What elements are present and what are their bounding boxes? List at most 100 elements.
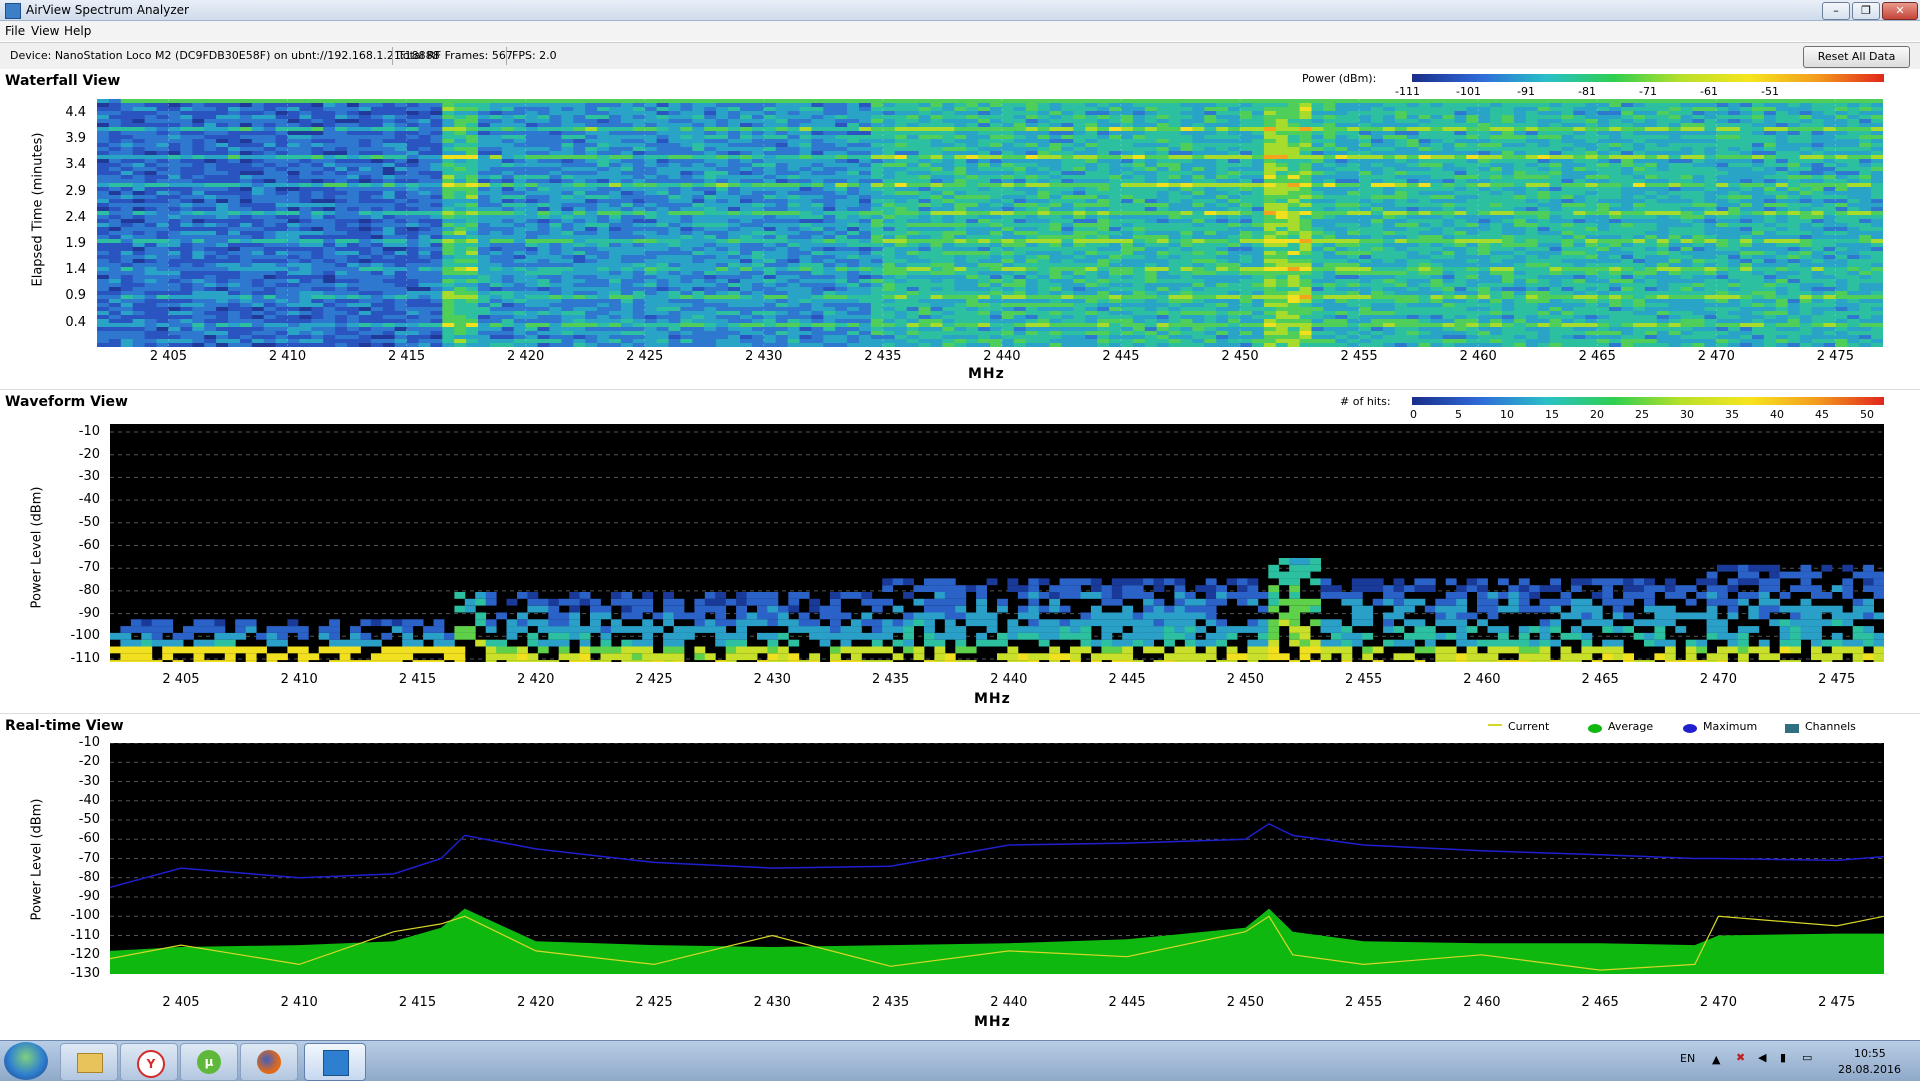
heatmap-cell — [252, 207, 264, 211]
heatmap-cell — [609, 203, 622, 207]
heatmap-cell — [1157, 127, 1170, 131]
heatmap-cell — [823, 151, 836, 155]
heatmap-cell — [383, 211, 396, 215]
heatmap-cell — [323, 107, 336, 111]
heatmap-cell — [800, 123, 813, 127]
heatmap-cell — [478, 135, 491, 139]
heatmap-cell — [347, 191, 360, 195]
heatmap-cell — [1824, 219, 1837, 223]
heatmap-cell — [1443, 175, 1456, 179]
heatmap-cell — [728, 123, 741, 127]
heatmap-cell — [204, 179, 217, 183]
heatmap-cell — [740, 211, 753, 215]
heatmap-cell — [752, 211, 765, 215]
heatmap-cell — [1693, 167, 1706, 171]
heatmap-cell — [859, 211, 872, 215]
heatmap-cell — [1050, 147, 1063, 151]
heatmap-cell — [1359, 155, 1372, 159]
heatmap-cell — [931, 115, 944, 119]
reset-all-data-button[interactable]: Reset All Data — [1803, 46, 1910, 68]
heatmap-cell — [1145, 223, 1158, 227]
heatmap-cell — [550, 123, 563, 127]
heatmap-cell — [276, 211, 289, 215]
heatmap-cell — [1431, 111, 1444, 115]
heatmap-cell — [347, 203, 360, 207]
heatmap-cell — [704, 127, 717, 131]
heatmap-cell — [978, 159, 991, 163]
heatmap-cell — [216, 131, 229, 135]
close-button[interactable]: ✕ — [1882, 2, 1918, 20]
heatmap-cell — [609, 211, 622, 215]
heatmap-cell — [228, 131, 241, 135]
heatmap-cell — [1538, 127, 1551, 131]
heatmap-cell — [728, 163, 741, 167]
heatmap-cell — [133, 199, 146, 203]
heatmap-cell — [1728, 175, 1741, 179]
heatmap-cell — [371, 139, 384, 143]
heatmap-cell — [216, 187, 229, 191]
heatmap-cell — [1407, 179, 1420, 183]
menu-view[interactable]: View — [31, 24, 59, 38]
heatmap-cell — [1526, 191, 1539, 195]
heatmap-cell — [466, 171, 479, 175]
heatmap-cell — [573, 191, 586, 195]
heatmap-cell — [1347, 183, 1360, 187]
heatmap-cell — [1764, 131, 1777, 135]
heatmap-cell — [1395, 99, 1408, 103]
heatmap-cell — [919, 135, 932, 139]
minimize-button[interactable]: – — [1822, 2, 1850, 20]
menu-help[interactable]: Help — [64, 24, 91, 38]
heatmap-cell — [1824, 135, 1837, 139]
heatmap-cell — [288, 215, 301, 219]
heatmap-cell — [407, 227, 420, 231]
heatmap-cell — [1288, 219, 1301, 223]
heatmap-cell — [204, 127, 217, 131]
heatmap-cell — [1431, 143, 1444, 147]
heatmap-cell — [419, 207, 432, 211]
menu-file[interactable]: File — [5, 24, 25, 38]
heatmap-cell — [502, 135, 515, 139]
maximize-button[interactable]: ❐ — [1852, 2, 1880, 20]
heatmap-cell — [454, 103, 467, 107]
heatmap-cell — [550, 159, 563, 163]
heatmap-cell — [561, 111, 574, 115]
heatmap-cell — [1133, 203, 1146, 207]
heatmap-cell — [1621, 219, 1634, 223]
heatmap-cell — [1478, 115, 1491, 119]
heatmap-cell — [1454, 159, 1467, 163]
heatmap-cell — [1252, 115, 1265, 119]
heatmap-cell — [1359, 147, 1372, 151]
heatmap-cell — [1728, 179, 1741, 183]
heatmap-cell — [1657, 187, 1670, 191]
heatmap-cell — [585, 127, 598, 131]
heatmap-cell — [1073, 115, 1086, 119]
heatmap-cell — [788, 215, 801, 219]
heatmap-cell — [157, 135, 170, 139]
heatmap-cell — [514, 171, 527, 175]
heatmap-cell — [978, 215, 991, 219]
heatmap-cell — [942, 103, 955, 107]
heatmap-cell — [1585, 139, 1598, 143]
heatmap-cell — [859, 219, 872, 223]
heatmap-cell — [1824, 167, 1837, 171]
heatmap-cell — [1323, 167, 1336, 171]
heatmap-cell — [1097, 223, 1110, 227]
heatmap-cell — [597, 191, 610, 195]
heatmap-cell — [538, 199, 551, 203]
heatmap-cell — [800, 227, 813, 231]
heatmap-cell — [1847, 195, 1860, 199]
heatmap-cell — [1371, 155, 1384, 159]
heatmap-cell — [383, 207, 396, 211]
heatmap-cell — [800, 107, 813, 111]
heatmap-cell — [1597, 139, 1610, 143]
heatmap-cell — [538, 195, 551, 199]
heatmap-cell — [1300, 199, 1313, 203]
heatmap-cell — [454, 167, 467, 171]
heatmap-cell — [1585, 127, 1598, 131]
heatmap-cell — [1097, 191, 1110, 195]
heatmap-cell — [716, 167, 729, 171]
heatmap-cell — [1526, 163, 1539, 167]
heatmap-cell — [1085, 115, 1098, 119]
heatmap-cell — [1740, 191, 1753, 195]
heatmap-cell — [1014, 159, 1027, 163]
